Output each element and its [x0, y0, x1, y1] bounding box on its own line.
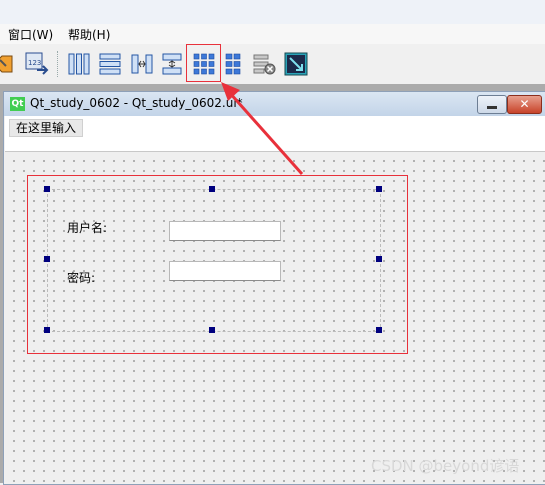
window-top-band — [0, 0, 545, 24]
menu-help[interactable]: 帮助(H) — [68, 26, 110, 43]
toolbar-separator — [57, 51, 60, 77]
splitter-vertical-icon[interactable] — [160, 52, 184, 76]
buddy-editor-icon[interactable]: 123 — [25, 52, 49, 76]
break-layout-icon[interactable] — [252, 52, 276, 76]
minimize-icon — [487, 106, 497, 109]
svg-text:123: 123 — [28, 59, 41, 67]
annotation-box-form-group — [27, 175, 408, 354]
subwindow-titlebar[interactable]: Qt Qt_study_0602 - Qt_study_0602.ui* ✕ — [4, 92, 545, 116]
menubar: 窗口(W) 帮助(H) — [0, 24, 545, 44]
toolbar: 123 — [0, 44, 545, 85]
close-button[interactable]: ✕ — [507, 95, 542, 114]
annotation-box-grid-button — [186, 44, 221, 82]
form-menu-placeholder[interactable]: 在这里输入 — [9, 119, 84, 137]
layout-vertical-icon[interactable] — [98, 52, 122, 76]
splitter-horizontal-icon[interactable] — [130, 52, 154, 76]
qt-logo-icon: Qt — [10, 97, 25, 111]
menu-window[interactable]: 窗口(W) — [8, 26, 53, 43]
minimize-button[interactable] — [477, 95, 507, 114]
layout-horizontal-icon[interactable] — [67, 52, 91, 76]
layout-form-icon[interactable] — [222, 52, 246, 76]
form-menubar: 在这里输入 — [5, 116, 545, 152]
watermark: CSDN @beyond谚语 — [371, 457, 520, 475]
adjust-size-icon[interactable] — [284, 52, 308, 76]
tab-order-icon[interactable] — [0, 52, 16, 76]
subwindow-title: Qt_study_0602 - Qt_study_0602.ui* — [30, 96, 243, 110]
